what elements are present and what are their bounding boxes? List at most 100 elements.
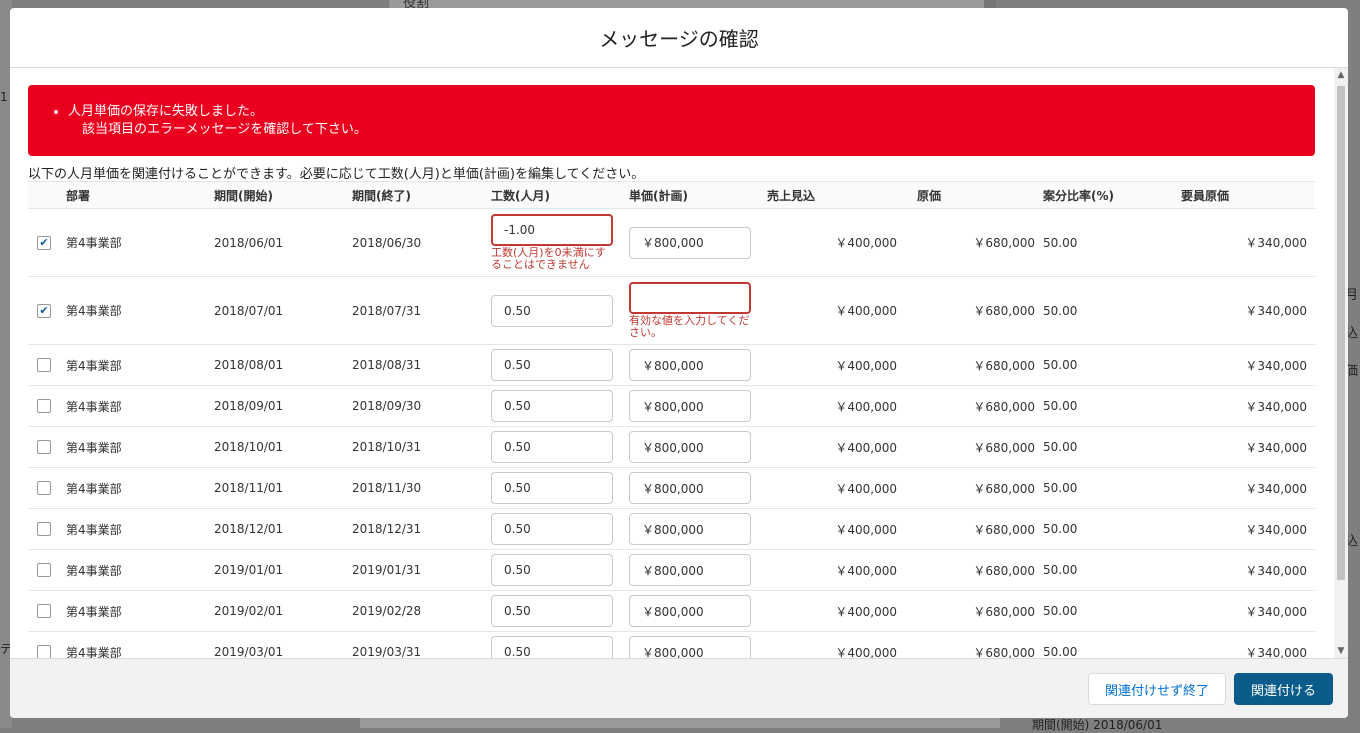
- cell-staff-cost: ￥340,000: [1181, 467, 1315, 509]
- scroll-down-arrow-icon[interactable]: ▼: [1337, 646, 1345, 656]
- price-input[interactable]: ￥800,000: [629, 472, 751, 504]
- row-checkbox[interactable]: ✔: [37, 235, 51, 250]
- close-without-linking-button[interactable]: 関連付けせず終了: [1088, 673, 1226, 705]
- cell-ratio: 50.00: [1043, 508, 1181, 550]
- unit-price-table: 部署 期間(開始) 期間(終了) 工数(人月) 単価(計画) 売上見込 原価 案…: [28, 181, 1315, 658]
- cell-staff-cost: ￥340,000: [1181, 385, 1315, 427]
- cell-staff-cost: ￥340,000: [1181, 508, 1315, 550]
- cell-ratio: 50.00: [1043, 208, 1181, 277]
- cell-staff-cost: ￥340,000: [1181, 208, 1315, 277]
- table-header-row: 部署 期間(開始) 期間(終了) 工数(人月) 単価(計画) 売上見込 原価 案…: [28, 181, 1315, 209]
- cell-dept: 第4事業部: [66, 631, 214, 658]
- modal-title: メッセージの確認: [599, 27, 759, 51]
- row-checkbox[interactable]: [37, 399, 51, 413]
- header-sales: 売上見込: [767, 181, 905, 209]
- header-staff-cost: 要員原価: [1181, 181, 1315, 209]
- row-checkbox[interactable]: [37, 604, 51, 618]
- cell-ratio: 50.00: [1043, 590, 1181, 632]
- header-select: [28, 181, 66, 209]
- effort-input[interactable]: 0.50: [491, 595, 613, 627]
- cell-dept: 第4事業部: [66, 508, 214, 550]
- row-checkbox[interactable]: ✔: [37, 303, 51, 318]
- cell-cost: ￥680,000: [905, 549, 1043, 591]
- cell-end: 2018/09/30: [352, 385, 491, 427]
- price-input[interactable]: ￥800,000: [629, 513, 751, 545]
- cell-start: 2018/09/01: [214, 385, 352, 427]
- price-input[interactable]: [629, 282, 751, 314]
- cell-dept: 第4事業部: [66, 344, 214, 386]
- cell-cost: ￥680,000: [905, 467, 1043, 509]
- cell-dept: 第4事業部: [66, 276, 214, 345]
- row-checkbox[interactable]: [37, 358, 51, 372]
- cell-dept: 第4事業部: [66, 590, 214, 632]
- link-button[interactable]: 関連付ける: [1234, 673, 1333, 705]
- price-input[interactable]: ￥800,000: [629, 595, 751, 627]
- cell-dept: 第4事業部: [66, 549, 214, 591]
- cell-end: 2019/01/31: [352, 549, 491, 591]
- header-price: 単価(計画): [629, 181, 767, 209]
- effort-input[interactable]: -1.00: [491, 214, 613, 246]
- checkmark-icon: ✔: [39, 304, 49, 317]
- cell-sales: ￥400,000: [767, 385, 905, 427]
- cell-sales: ￥400,000: [767, 426, 905, 468]
- cell-end: 2019/02/28: [352, 590, 491, 632]
- cell-start: 2018/08/01: [214, 344, 352, 386]
- header-dept: 部署: [66, 181, 214, 209]
- header-end: 期間(終了): [352, 181, 491, 209]
- effort-input[interactable]: 0.50: [491, 472, 613, 504]
- cell-ratio: 50.00: [1043, 276, 1181, 345]
- header-start: 期間(開始): [214, 181, 352, 209]
- table-row: 第4事業部 2018/09/01 2018/09/30 0.50 ￥800,000 ￥40…: [28, 385, 1315, 427]
- error-message-line: 人月単価の保存に失敗しました。: [68, 103, 1315, 121]
- cell-end: 2018/11/30: [352, 467, 491, 509]
- effort-input[interactable]: 0.50: [491, 636, 613, 658]
- error-alert: 人月単価の保存に失敗しました。 該当項目のエラーメッセージを確認して下さい。: [28, 85, 1315, 156]
- table-row: 第4事業部 2019/01/01 2019/01/31 0.50 ￥800,000 ￥40…: [28, 549, 1315, 591]
- row-checkbox[interactable]: [37, 645, 51, 658]
- cell-staff-cost: ￥340,000: [1181, 590, 1315, 632]
- cell-start: 2018/11/01: [214, 467, 352, 509]
- cell-dept: 第4事業部: [66, 385, 214, 427]
- price-input[interactable]: ￥800,000: [629, 390, 751, 422]
- effort-input[interactable]: 0.50: [491, 349, 613, 381]
- effort-input[interactable]: 0.50: [491, 390, 613, 422]
- row-checkbox[interactable]: [37, 522, 51, 536]
- row-checkbox[interactable]: [37, 563, 51, 577]
- modal-footer: 関連付けせず終了 関連付ける: [10, 658, 1348, 718]
- effort-input[interactable]: 0.50: [491, 294, 613, 327]
- effort-input[interactable]: 0.50: [491, 513, 613, 545]
- table-row: 第4事業部 2018/12/01 2018/12/31 0.50 ￥800,000 ￥40…: [28, 508, 1315, 550]
- cell-staff-cost: ￥340,000: [1181, 276, 1315, 345]
- cell-end: 2018/06/30: [352, 208, 491, 277]
- cell-end: 2019/03/31: [352, 631, 491, 658]
- cell-start: 2018/10/01: [214, 426, 352, 468]
- scroll-up-arrow-icon[interactable]: ▲: [1337, 70, 1345, 80]
- modal-body: 人月単価の保存に失敗しました。 該当項目のエラーメッセージを確認して下さい。 以…: [10, 68, 1348, 658]
- row-checkbox[interactable]: [37, 481, 51, 495]
- modal-scrollbar[interactable]: ▲ ▼: [1334, 68, 1348, 658]
- background-bottom-text: 期間(開始) 2018/06/01: [1032, 718, 1163, 732]
- price-input[interactable]: ￥800,000: [629, 431, 751, 463]
- scroll-thumb[interactable]: [1337, 86, 1345, 580]
- effort-input[interactable]: 0.50: [491, 554, 613, 586]
- cell-sales: ￥400,000: [767, 508, 905, 550]
- price-input[interactable]: ￥800,000: [629, 349, 751, 381]
- effort-input[interactable]: 0.50: [491, 431, 613, 463]
- checkmark-icon: ✔: [39, 236, 49, 249]
- confirm-modal: メッセージの確認 人月単価の保存に失敗しました。 該当項目のエラーメッセージを確…: [10, 8, 1348, 718]
- price-input[interactable]: ￥800,000: [629, 554, 751, 586]
- cell-ratio: 50.00: [1043, 426, 1181, 468]
- cell-end: 2018/08/31: [352, 344, 491, 386]
- cell-sales: ￥400,000: [767, 344, 905, 386]
- modal-header: メッセージの確認: [10, 8, 1348, 68]
- table-row: 第4事業部 2018/11/01 2018/11/30 0.50 ￥800,000 ￥40…: [28, 467, 1315, 509]
- cell-sales: ￥400,000: [767, 208, 905, 277]
- cell-cost: ￥680,000: [905, 344, 1043, 386]
- cell-ratio: 50.00: [1043, 344, 1181, 386]
- cell-start: 2019/02/01: [214, 590, 352, 632]
- price-input[interactable]: ￥800,000: [629, 636, 751, 658]
- cell-ratio: 50.00: [1043, 467, 1181, 509]
- price-input[interactable]: ￥800,000: [629, 226, 751, 259]
- row-checkbox[interactable]: [37, 440, 51, 454]
- table-row: 第4事業部 2018/10/01 2018/10/31 0.50 ￥800,000 ￥40…: [28, 426, 1315, 468]
